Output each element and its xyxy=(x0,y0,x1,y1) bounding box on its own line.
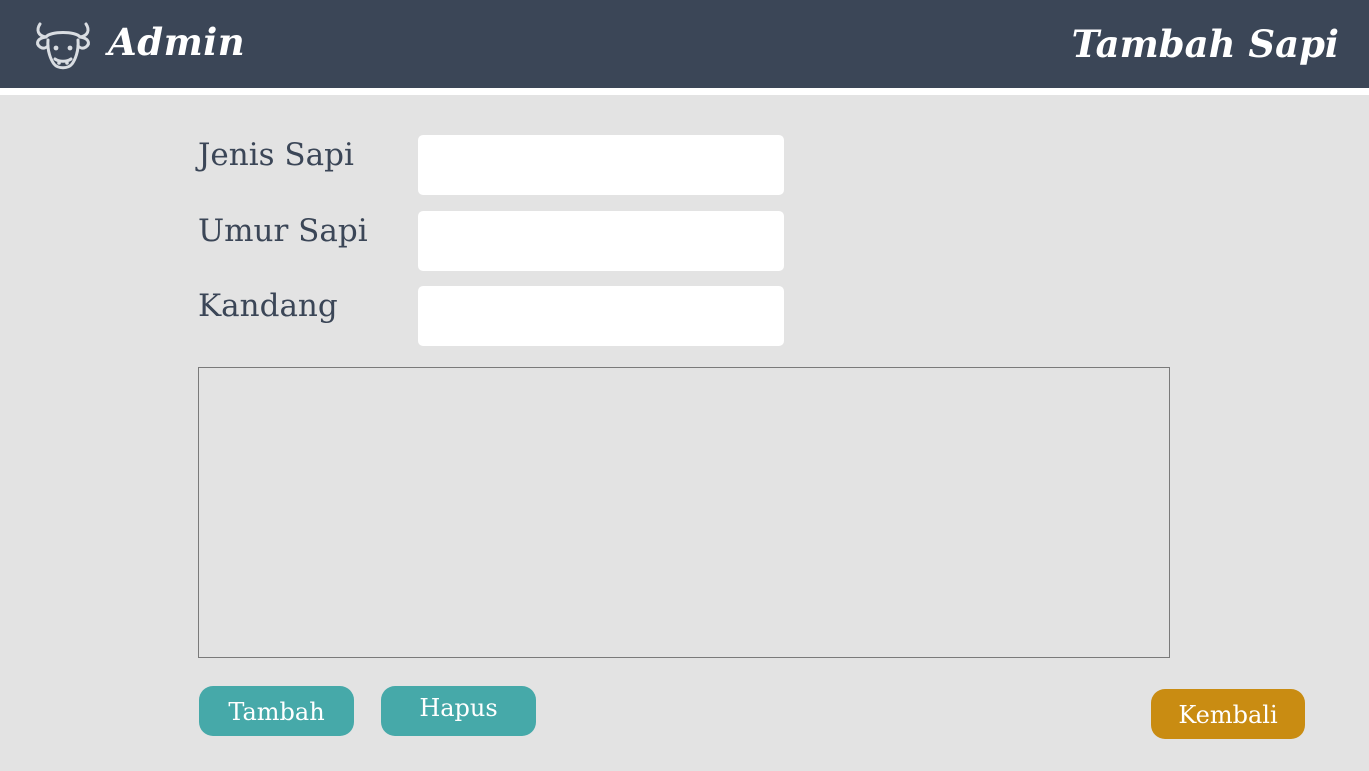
header-divider xyxy=(0,88,1369,95)
top-bar: Admin Tambah Sapi xyxy=(0,0,1369,88)
page: Admin Tambah Sapi Jenis Sapi Umur Sapi K… xyxy=(0,0,1369,771)
data-table[interactable] xyxy=(198,367,1170,658)
umur-sapi-label: Umur Sapi xyxy=(198,213,368,249)
umur-sapi-input[interactable] xyxy=(418,211,784,271)
jenis-sapi-input[interactable] xyxy=(418,135,784,195)
kandang-input[interactable] xyxy=(418,286,784,346)
page-title: Tambah Sapi xyxy=(1071,22,1339,66)
hapus-button[interactable]: Hapus xyxy=(381,686,536,736)
kandang-label: Kandang xyxy=(198,288,338,324)
brand-title: Admin xyxy=(108,20,246,64)
kembali-button[interactable]: Kembali xyxy=(1151,689,1305,739)
jenis-sapi-label: Jenis Sapi xyxy=(198,137,354,173)
cow-head-icon xyxy=(36,22,90,70)
tambah-button[interactable]: Tambah xyxy=(199,686,354,736)
